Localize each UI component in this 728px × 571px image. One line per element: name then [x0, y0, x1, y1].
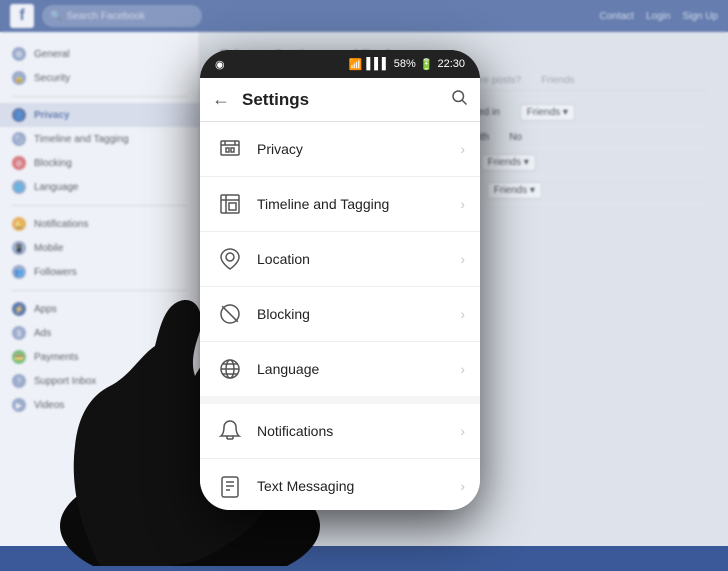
settings-title: Settings	[242, 90, 438, 110]
settings-search-icon[interactable]	[450, 88, 468, 111]
battery-percent: 58%	[394, 58, 416, 70]
wifi-icon: 📶	[349, 58, 363, 71]
status-left: ◉	[215, 58, 225, 71]
settings-item-privacy[interactable]: Privacy ›	[200, 122, 480, 177]
phone-screen: ← Settings	[200, 78, 480, 510]
location-chevron: ›	[460, 251, 465, 267]
settings-section-1: Privacy › Timeline	[200, 122, 480, 396]
status-right: 📶 ▌▌▌ 58% 🔋 22:30	[349, 58, 465, 71]
settings-item-language[interactable]: Language ›	[200, 342, 480, 396]
status-app-name: ◉	[215, 58, 225, 71]
privacy-chevron: ›	[460, 141, 465, 157]
notifications-label: Notifications	[257, 423, 448, 439]
text-messaging-chevron: ›	[460, 478, 465, 494]
back-button[interactable]: ←	[212, 89, 230, 110]
language-item-icon	[215, 354, 245, 384]
phone-container: ◉ 📶 ▌▌▌ 58% 🔋 22:30 ← Settings	[200, 50, 480, 510]
signal-bars: ▌▌▌	[366, 58, 389, 70]
status-bar: ◉ 📶 ▌▌▌ 58% 🔋 22:30	[200, 50, 480, 78]
text-messaging-label: Text Messaging	[257, 478, 448, 494]
settings-list: Privacy › Timeline	[200, 122, 480, 510]
location-label: Location	[257, 251, 448, 267]
timeline-item-icon	[215, 189, 245, 219]
settings-item-blocking[interactable]: Blocking ›	[200, 287, 480, 342]
settings-header: ← Settings	[200, 78, 480, 122]
settings-item-notifications[interactable]: Notifications ›	[200, 404, 480, 459]
settings-item-timeline[interactable]: Timeline and Tagging ›	[200, 177, 480, 232]
location-item-icon	[215, 244, 245, 274]
blocking-label: Blocking	[257, 306, 448, 322]
blocking-item-icon	[215, 299, 245, 329]
timeline-label: Timeline and Tagging	[257, 196, 448, 212]
notifications-chevron: ›	[460, 423, 465, 439]
privacy-item-icon	[215, 134, 245, 164]
blocking-chevron: ›	[460, 306, 465, 322]
text-messaging-item-icon	[215, 471, 245, 501]
settings-item-location[interactable]: Location ›	[200, 232, 480, 287]
language-chevron: ›	[460, 361, 465, 377]
clock: 22:30	[437, 58, 465, 70]
language-label: Language	[257, 361, 448, 377]
settings-section-2: Notifications › Tex	[200, 404, 480, 510]
notifications-item-icon	[215, 416, 245, 446]
privacy-label: Privacy	[257, 141, 448, 157]
battery-icon: 🔋	[420, 58, 434, 71]
settings-item-text-messaging[interactable]: Text Messaging ›	[200, 459, 480, 510]
timeline-chevron: ›	[460, 196, 465, 212]
phone-body: ◉ 📶 ▌▌▌ 58% 🔋 22:30 ← Settings	[200, 50, 480, 510]
